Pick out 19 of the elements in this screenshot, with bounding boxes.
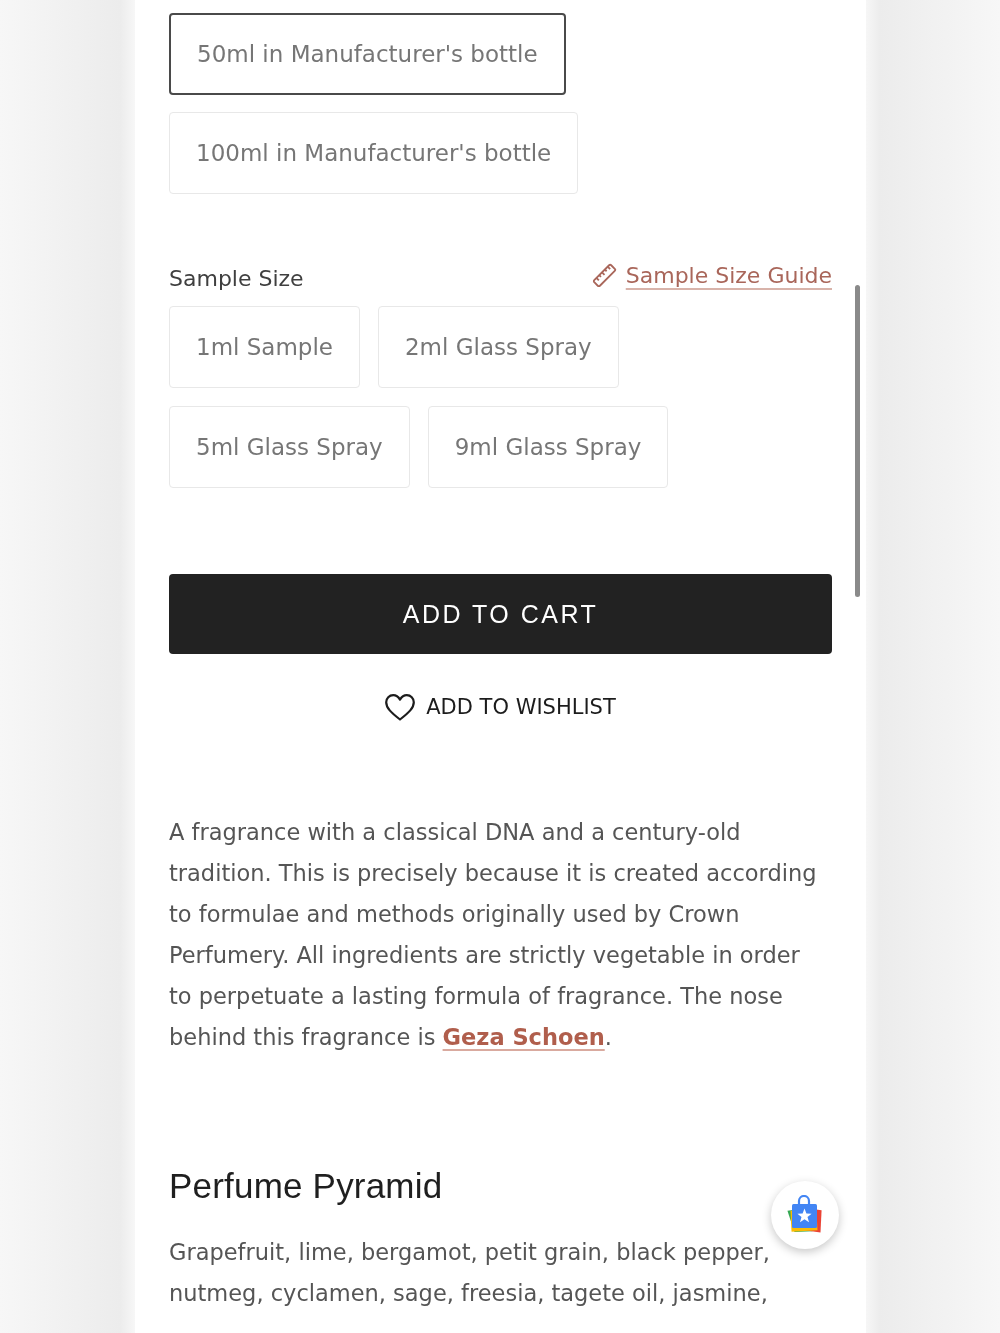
sample-option[interactable]: 2ml Glass Spray <box>378 306 619 388</box>
sample-size-label: Sample Size <box>169 264 304 291</box>
description-paragraph: A fragrance with a classical DNA and a century-old tradition. This is precisely because it is created according to formulae and methods originally used by Crown Perfumery. All ingredients are strictly vegetable in order to perpetuate a lasting formula of fragrance. The nose behind this fragrance is Geza Schoen. <box>169 818 818 1052</box>
floating-shop-button[interactable] <box>771 1181 839 1249</box>
sample-size-guide-link[interactable]: Sample Size Guide <box>591 262 832 288</box>
scrollbar-thumb[interactable] <box>855 285 860 597</box>
add-to-cart-button[interactable]: ADD TO CART <box>169 574 832 654</box>
notes-paragraph: Grapefruit, lime, bergamot, petit grain, black pepper, nutmeg, cyclamen, sage, freesia, tagete oil, jasmine, <box>169 1238 771 1308</box>
shopping-bag-icon <box>786 1195 824 1235</box>
size-option[interactable]: 100ml in Manufacturer's bottle <box>169 112 579 194</box>
add-to-wishlist-button[interactable]: ADD TO WISHLIST <box>385 688 616 726</box>
heart-icon <box>385 693 416 721</box>
sample-option[interactable]: 5ml Glass Spray <box>169 406 410 488</box>
sample-option[interactable]: 1ml Sample <box>169 306 360 388</box>
size-option[interactable]: 50ml in Manufacturer's bottle <box>169 13 566 95</box>
sample-option[interactable]: 9ml Glass Spray <box>427 406 669 488</box>
ruler-icon <box>591 262 617 288</box>
section-heading: Perfume Pyramid <box>169 1165 444 1207</box>
perfumer-link[interactable]: Geza Schoen <box>442 1024 605 1050</box>
